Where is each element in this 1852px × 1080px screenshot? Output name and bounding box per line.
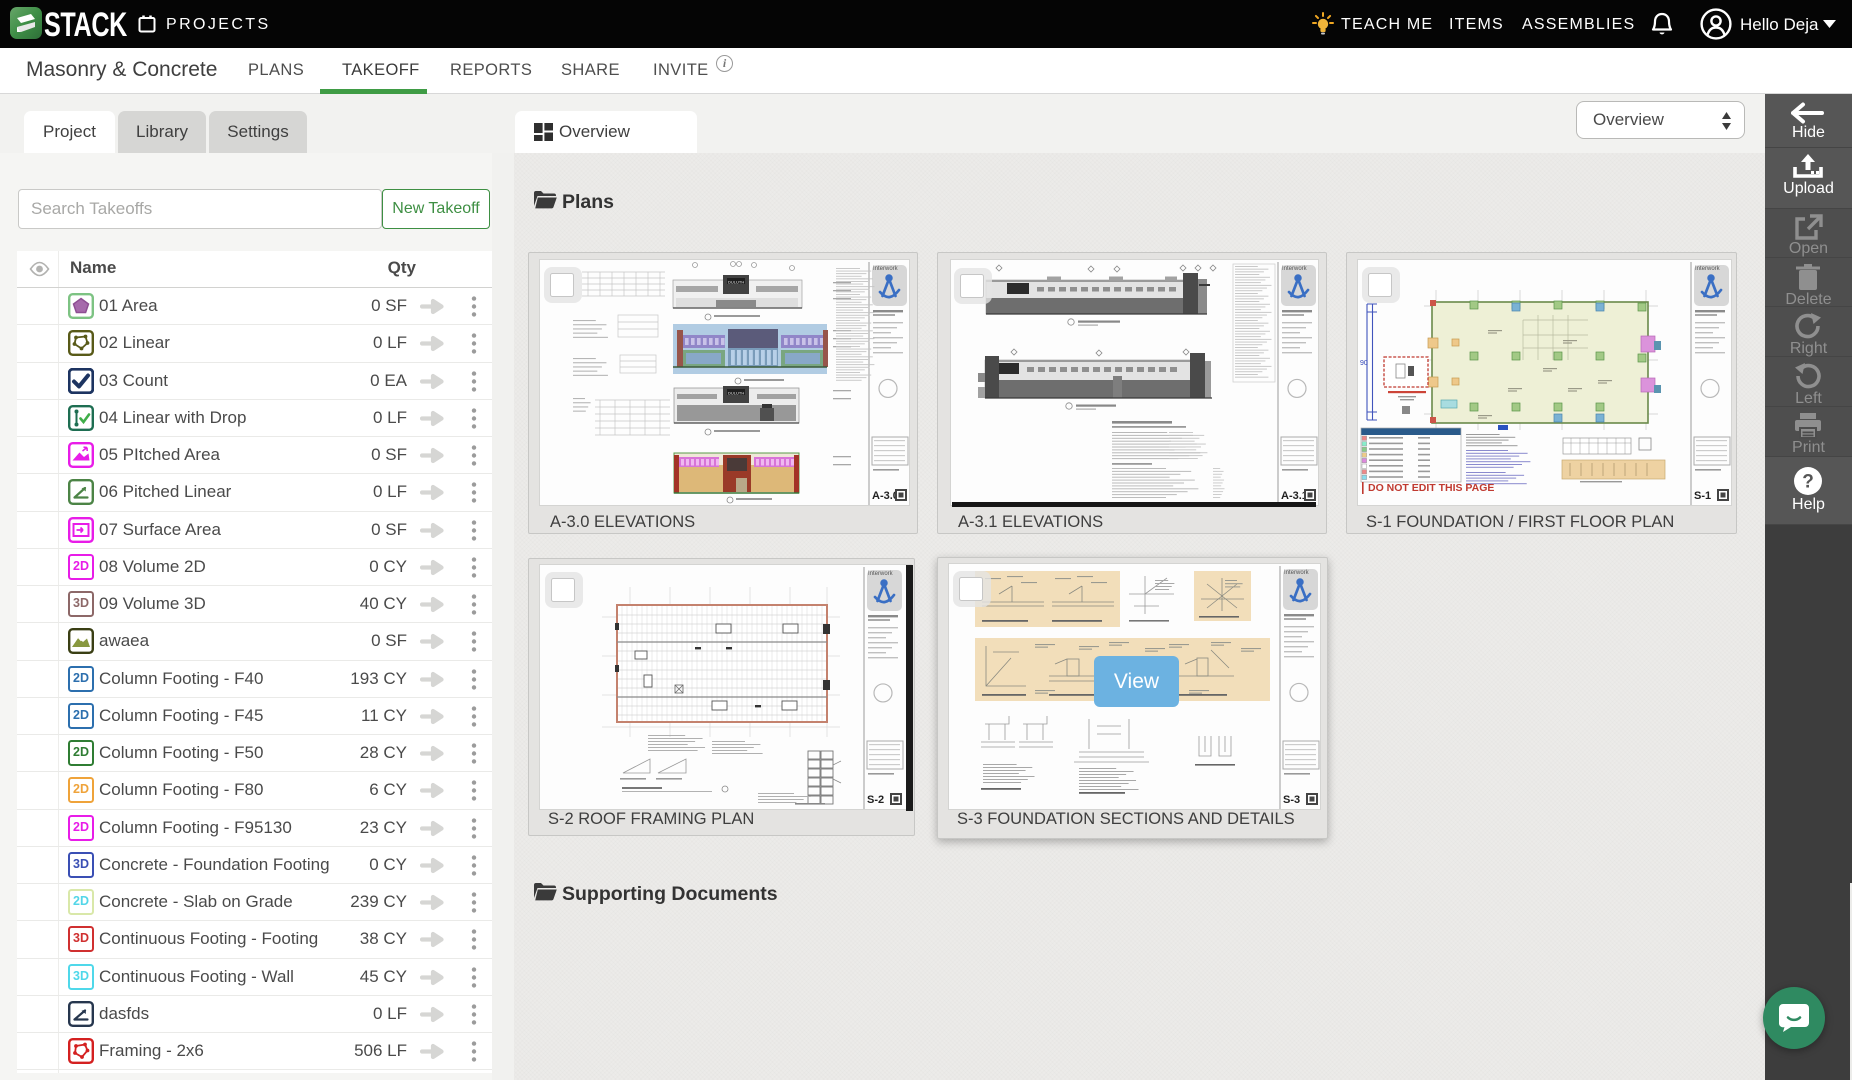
svg-text:A-3.0: A-3.0 (872, 490, 899, 502)
svg-text:DULUTH: DULUTH (728, 391, 744, 396)
svg-text:90: 90 (1360, 360, 1368, 367)
svg-text:Interwork: Interwork (1282, 266, 1308, 272)
svg-text:S-1: S-1 (1694, 490, 1711, 502)
svg-text:Interwork: Interwork (873, 266, 899, 272)
svg-text:?: ? (1802, 472, 1814, 493)
svg-text:Interwork: Interwork (1284, 570, 1310, 576)
svg-text:DO NOT EDIT THIS PAGE: DO NOT EDIT THIS PAGE (1368, 482, 1494, 494)
svg-text:Interwork: Interwork (1695, 266, 1721, 272)
svg-text:A-3.1: A-3.1 (1281, 490, 1308, 502)
svg-text:S-2: S-2 (867, 794, 884, 806)
svg-text:DULUTH: DULUTH (728, 280, 744, 285)
svg-text:S-3: S-3 (1283, 794, 1300, 806)
svg-text:Interwork: Interwork (868, 571, 894, 577)
